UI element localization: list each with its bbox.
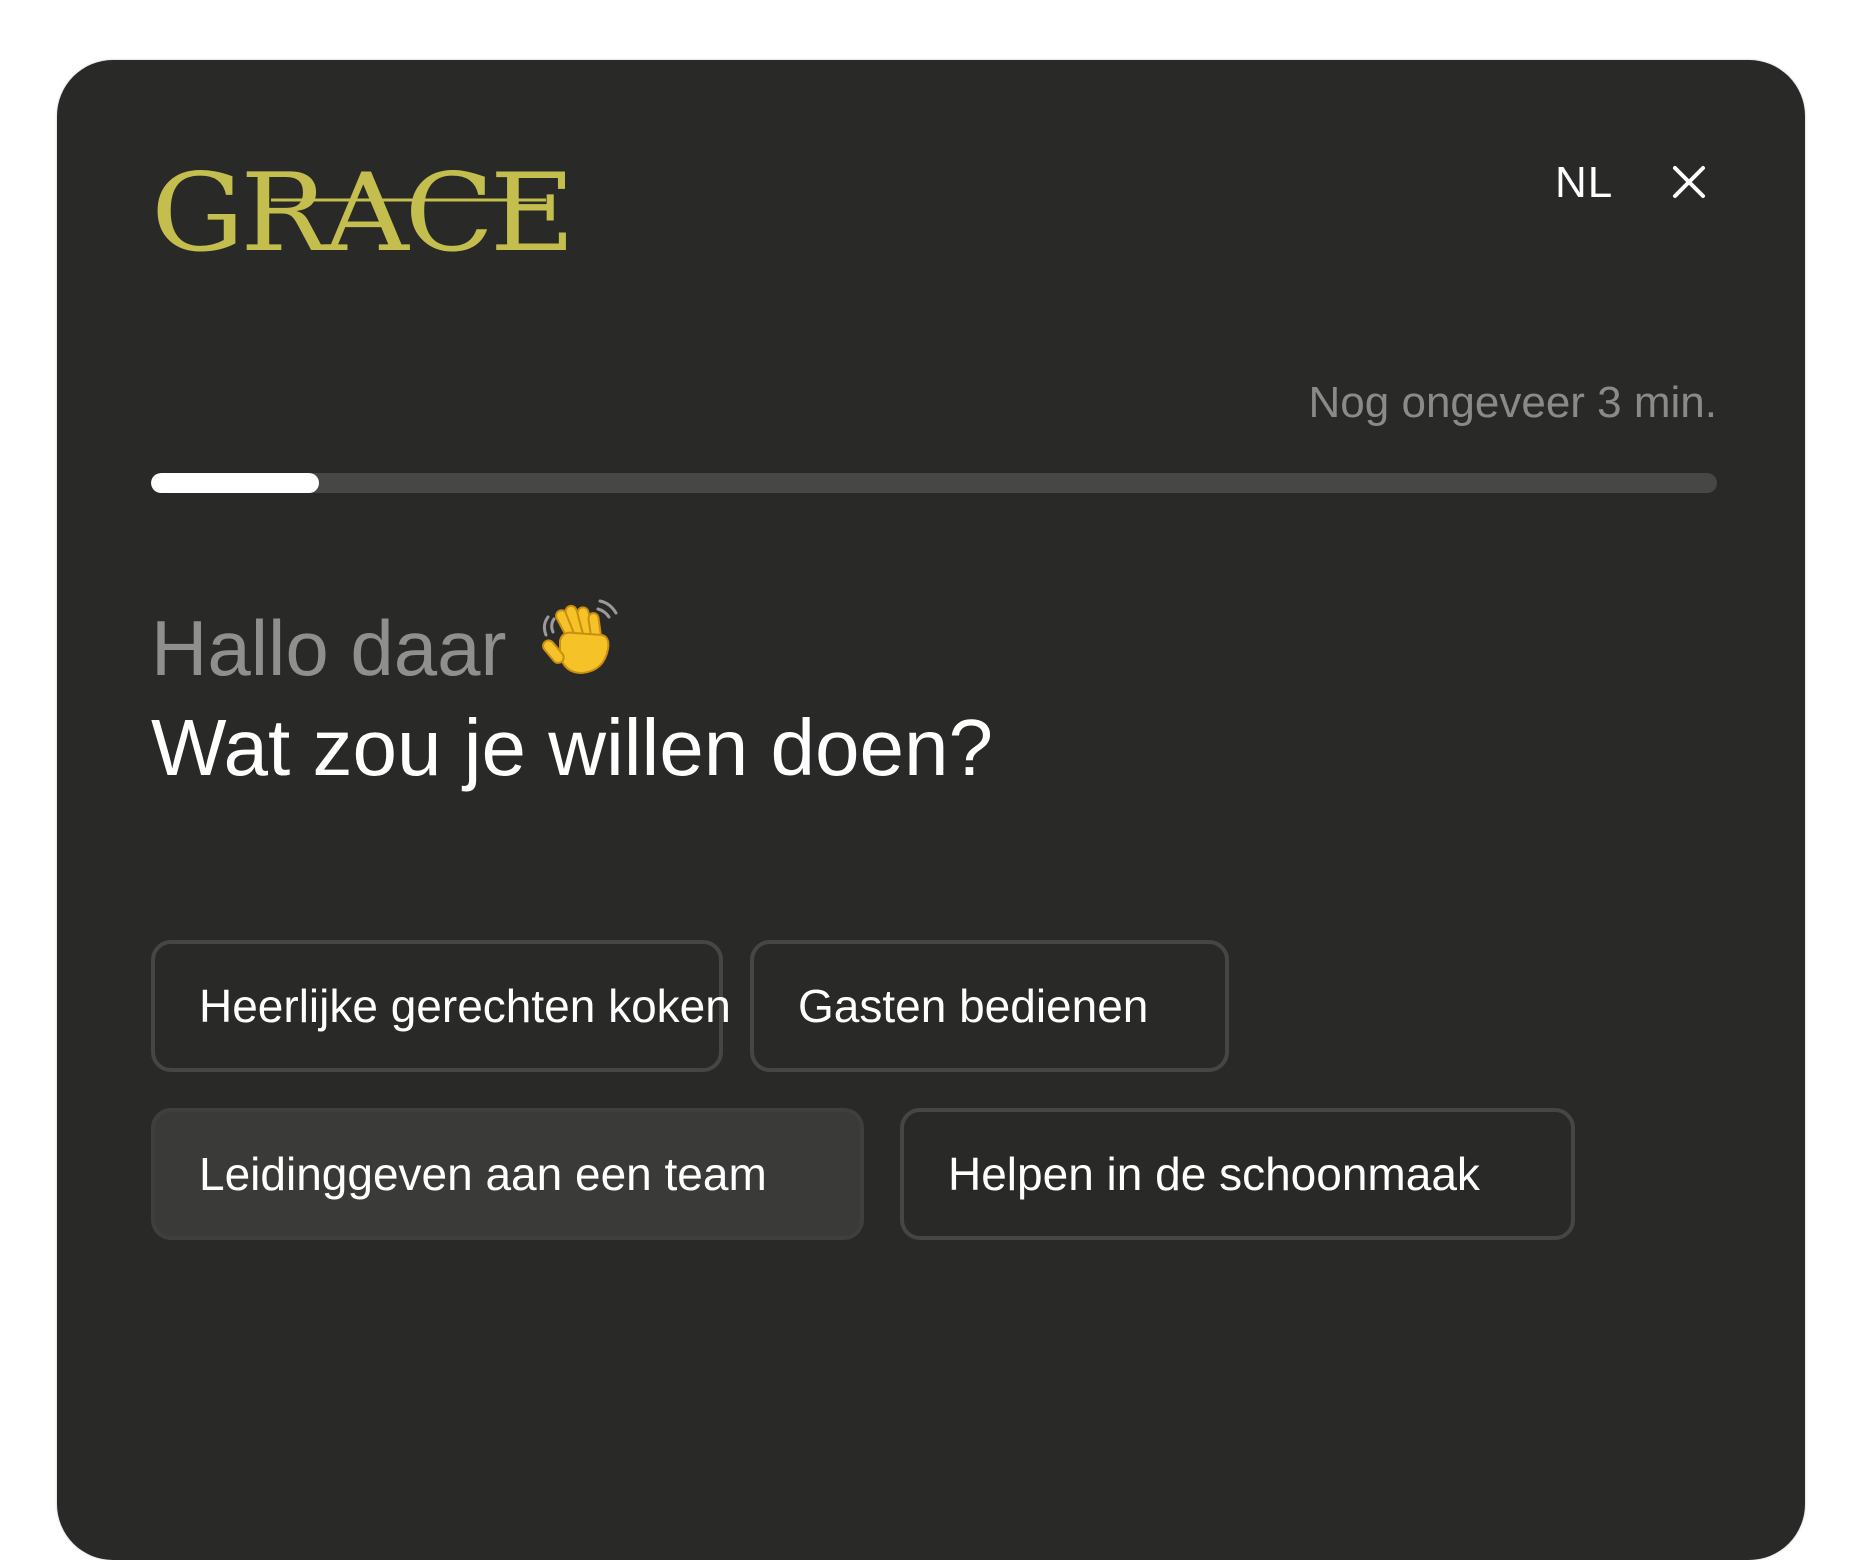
option-cooking[interactable]: Heerlijke gerechten koken: [151, 940, 731, 1072]
option-cleaning[interactable]: Helpen in de schoonmaak: [900, 1108, 1575, 1240]
progress-fill: [151, 473, 319, 493]
grace-logo: GRACE: [151, 151, 571, 260]
question-heading: Wat zou je willen doen?: [151, 703, 993, 792]
language-selector[interactable]: NL: [1555, 158, 1613, 208]
option-serving-guests[interactable]: Gasten bedienen: [750, 940, 1229, 1072]
onboarding-panel: GRACE NL Nog ongeveer 3 min. Hallo daar: [57, 60, 1805, 1560]
svg-text:GRACE: GRACE: [151, 151, 571, 260]
close-icon[interactable]: [1667, 160, 1711, 204]
waving-hand-icon: [542, 599, 618, 675]
greeting-line: Hallo daar: [151, 595, 626, 694]
option-leading-team[interactable]: Leidinggeven aan een team: [151, 1108, 864, 1240]
greeting-text: Hallo daar: [151, 604, 507, 692]
time-remaining: Nog ongeveer 3 min.: [1308, 378, 1717, 427]
progress-bar: [151, 473, 1717, 493]
